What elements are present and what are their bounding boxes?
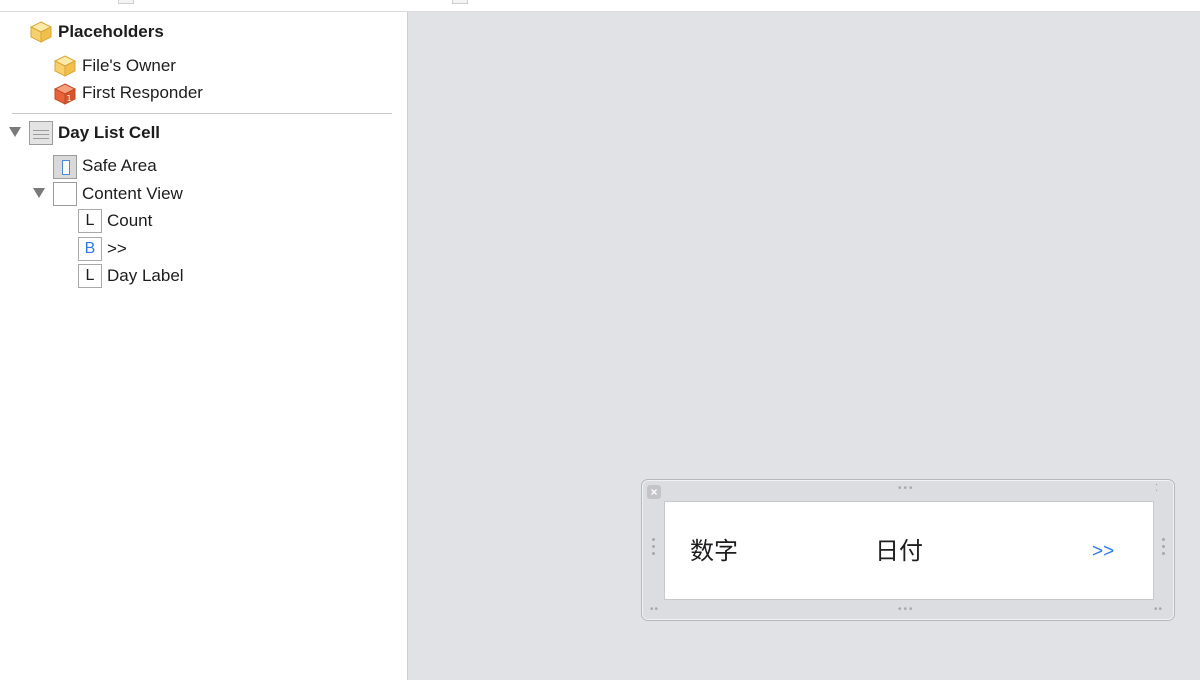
safe-area-icon — [53, 155, 77, 179]
outline-item-safe-area[interactable]: Safe Area — [82, 153, 157, 179]
next-button-label: >> — [107, 239, 127, 258]
outline-item-day-label[interactable]: Day Label — [107, 263, 184, 289]
next-button[interactable]: >> — [1092, 540, 1114, 564]
top-toolbar-strip — [0, 0, 1200, 12]
safe-area-label: Safe Area — [82, 156, 157, 175]
content-view-label: Content View — [82, 184, 183, 203]
outline-item-files-owner[interactable]: File's Owner — [82, 53, 176, 79]
placeholders-section[interactable]: Placeholders — [58, 19, 164, 45]
count-label: Count — [107, 211, 153, 230]
toolbar-nub — [118, 0, 134, 4]
corner-handle-icon[interactable]: ⁚ — [1155, 484, 1159, 494]
placeholders-cube-icon — [29, 20, 53, 44]
corner-handle-icon[interactable]: •• — [1154, 605, 1163, 615]
first-responder-cube-icon: 1 — [53, 82, 77, 106]
outline-item-content-view[interactable]: Content View — [82, 181, 183, 207]
table-cell-icon — [29, 121, 53, 145]
outline-item-count[interactable]: Count — [107, 208, 152, 234]
outline-item-next-button[interactable]: >> — [107, 236, 127, 262]
document-outline: Placeholders File's Owner 1 First Respon… — [0, 12, 408, 680]
button-icon: B — [78, 237, 102, 261]
top-resize-handle[interactable]: ••• — [898, 484, 915, 494]
view-icon — [53, 182, 77, 206]
placeholders-label: Placeholders — [58, 22, 164, 41]
day-label-label: Day Label — [107, 266, 184, 285]
left-resize-handle[interactable] — [652, 538, 655, 559]
bottom-resize-handle[interactable]: ••• — [898, 605, 915, 615]
cell-scene-frame[interactable]: × ••• ⁚ •• ••• •• 数字 日付 >> — [641, 479, 1175, 621]
close-icon[interactable]: × — [647, 485, 661, 499]
disclosure-triangle-icon[interactable] — [9, 127, 21, 137]
corner-handle-icon[interactable]: •• — [650, 605, 659, 615]
files-owner-label: File's Owner — [82, 56, 176, 75]
svg-text:1: 1 — [66, 94, 71, 103]
day-text[interactable]: 日付 — [875, 536, 923, 566]
files-owner-cube-icon — [53, 54, 77, 78]
right-resize-handle[interactable] — [1162, 538, 1165, 559]
day-list-cell-label: Day List Cell — [58, 123, 161, 142]
ib-canvas[interactable]: × ••• ⁚ •• ••• •• 数字 日付 >> — [408, 12, 1200, 680]
outline-separator — [12, 113, 392, 114]
first-responder-label: First Responder — [82, 83, 203, 102]
label-icon: L — [78, 209, 102, 233]
toolbar-nub — [452, 0, 468, 4]
outline-item-day-list-cell[interactable]: Day List Cell — [58, 120, 160, 146]
label-icon: L — [78, 264, 102, 288]
outline-item-first-responder[interactable]: First Responder — [82, 80, 203, 106]
disclosure-triangle-icon[interactable] — [33, 188, 45, 198]
table-view-cell[interactable]: 数字 日付 >> — [664, 501, 1154, 600]
count-text[interactable]: 数字 — [690, 536, 738, 566]
